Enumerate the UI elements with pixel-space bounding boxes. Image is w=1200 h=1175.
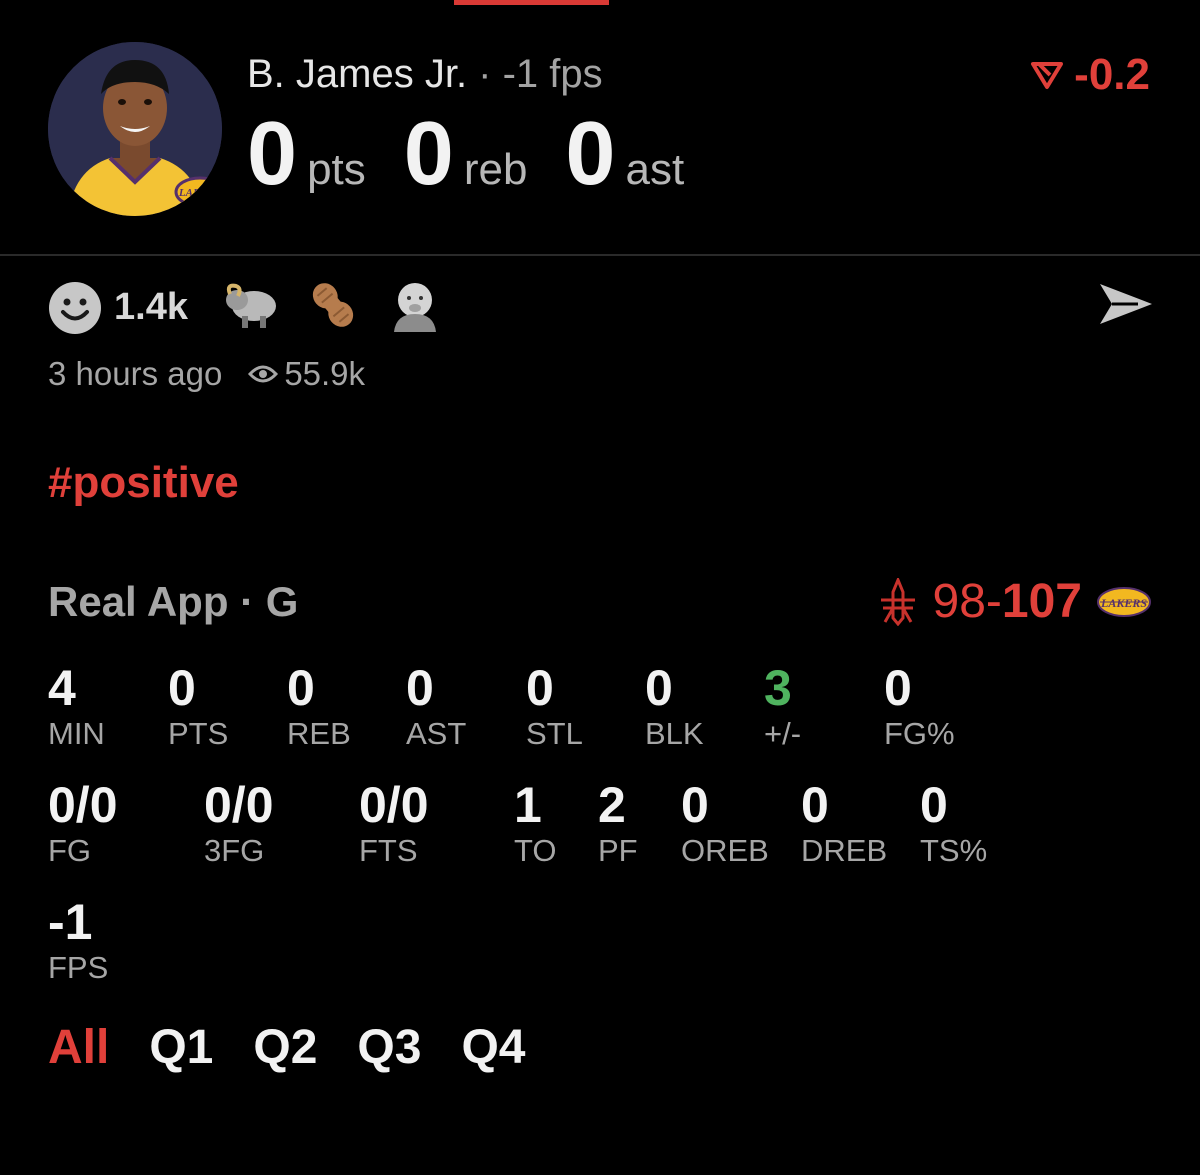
stat-label: PTS — [168, 716, 229, 751]
stat-fg: 0/0 FG — [48, 777, 118, 869]
tab-all[interactable]: All — [48, 1020, 109, 1075]
sheep-icon[interactable] — [222, 280, 278, 335]
stat-value: 0/0 — [204, 777, 274, 833]
smiley-icon[interactable] — [48, 281, 102, 335]
player-name[interactable]: B. James Jr. — [247, 52, 467, 96]
svg-text:LAKERS: LAKERS — [178, 187, 221, 199]
stat-value: 0 — [920, 777, 948, 833]
tab-q3[interactable]: Q3 — [357, 1020, 421, 1075]
stat-label: BLK — [645, 716, 704, 751]
reb-unit: reb — [463, 145, 528, 194]
stat-label: FG — [48, 833, 92, 868]
score-change-value: -0.2 — [1074, 50, 1150, 99]
stat-label: PF — [598, 833, 638, 868]
quarter-tabs: All Q1 Q2 Q3 Q4 — [48, 1020, 565, 1075]
stat-blk: 0 BLK — [645, 660, 704, 752]
stat-label: TS% — [920, 833, 988, 868]
stat-label: STL — [526, 716, 583, 751]
player-photo-icon: LAKERS — [48, 42, 222, 216]
hashtag-link[interactable]: #positive — [48, 458, 239, 508]
send-icon — [1100, 284, 1152, 324]
stat-ts-pct: 0 TS% — [920, 777, 987, 869]
stat-value: 3 — [764, 660, 792, 716]
share-button[interactable] — [1098, 280, 1154, 333]
stat-pts: 0 PTS — [168, 660, 228, 752]
stat-value: 0 — [526, 660, 554, 716]
stat-stl: 0 STL — [526, 660, 583, 752]
time-ago: 3 hours ago — [48, 355, 223, 392]
ast-value: 0 — [565, 104, 616, 204]
player-title: B. James Jr. · -1 fps — [247, 50, 603, 98]
reaction-count[interactable]: 1.4k — [114, 286, 188, 329]
views: 55.9k — [248, 355, 365, 393]
score-change[interactable]: -0.2 — [1030, 50, 1150, 100]
stat-pf: 2 PF — [598, 777, 638, 869]
down-triangle-icon — [1031, 62, 1064, 89]
tab-q2[interactable]: Q2 — [253, 1020, 317, 1075]
reactions-bar: 1.4k — [48, 278, 470, 337]
score-right: 107 — [1001, 575, 1082, 628]
active-tab-indicator — [454, 0, 609, 5]
stat-value: 0 — [406, 660, 434, 716]
player-avatar[interactable]: LAKERS — [48, 42, 222, 216]
stat-label: FTS — [359, 833, 418, 868]
eye-icon — [248, 365, 279, 383]
rockets-logo-icon — [880, 577, 915, 626]
stat-3fg: 0/0 3FG — [204, 777, 274, 869]
stat-label: TO — [514, 833, 557, 868]
stat-value: 0 — [645, 660, 673, 716]
stat-label: DREB — [801, 833, 888, 868]
pts-value: 0 — [247, 104, 298, 204]
svg-text:LAKERS: LAKERS — [1100, 596, 1147, 610]
stat-label: FG% — [884, 716, 955, 751]
stat-value: 0 — [681, 777, 709, 833]
ast-unit: ast — [625, 145, 685, 194]
stat-value: 0 — [287, 660, 315, 716]
summary-statline: 0 pts 0 reb 0 ast — [247, 108, 722, 200]
stat-label: MIN — [48, 716, 105, 751]
lakers-logo-icon: LAKERS — [1097, 586, 1151, 617]
player-fps: · -1 fps — [467, 52, 603, 96]
stat-value: 2 — [598, 777, 626, 833]
stat-value: 0 — [801, 777, 829, 833]
stat-to: 1 TO — [514, 777, 557, 869]
stat-fg-pct: 0 FG% — [884, 660, 955, 752]
stat-label: +/- — [764, 716, 802, 751]
tab-q4[interactable]: Q4 — [461, 1020, 525, 1075]
stat-dreb: 0 DREB — [801, 777, 887, 869]
stat-label: FPS — [48, 950, 109, 985]
game-source: Real App · G — [48, 578, 299, 625]
header-divider — [0, 254, 1200, 256]
stat-label: AST — [406, 716, 467, 751]
stat-label: 3FG — [204, 833, 265, 868]
reb-value: 0 — [403, 104, 454, 204]
pts-unit: pts — [307, 145, 366, 194]
stat-value: -1 — [48, 894, 93, 950]
score-left: 98- — [932, 575, 1002, 628]
post-meta: 3 hours ago 55.9k — [48, 355, 365, 393]
tab-q1[interactable]: Q1 — [149, 1020, 213, 1075]
stat-min: 4 MIN — [48, 660, 105, 752]
stat-value: 1 — [514, 777, 542, 833]
stat-oreb: 0 OREB — [681, 777, 769, 869]
stat-label: REB — [287, 716, 351, 751]
stat-plus-minus: 3 +/- — [764, 660, 801, 752]
game-score[interactable]: 98-107 LAKERS — [877, 574, 1152, 629]
stat-value: 0 — [884, 660, 912, 716]
stat-reb: 0 REB — [287, 660, 351, 752]
stat-value: 0 — [168, 660, 196, 716]
stat-fps: -1 FPS — [48, 894, 108, 986]
view-count: 55.9k — [284, 355, 366, 392]
stat-ast: 0 AST — [406, 660, 466, 752]
peanut-icon[interactable] — [306, 278, 360, 337]
stat-value: 0/0 — [48, 777, 118, 833]
stat-value: 4 — [48, 660, 76, 716]
stat-label: OREB — [681, 833, 769, 868]
stat-value: 0/0 — [359, 777, 429, 833]
score-text: 98-107 — [933, 574, 1082, 629]
baby-icon[interactable] — [388, 278, 442, 337]
stat-fts: 0/0 FTS — [359, 777, 429, 869]
